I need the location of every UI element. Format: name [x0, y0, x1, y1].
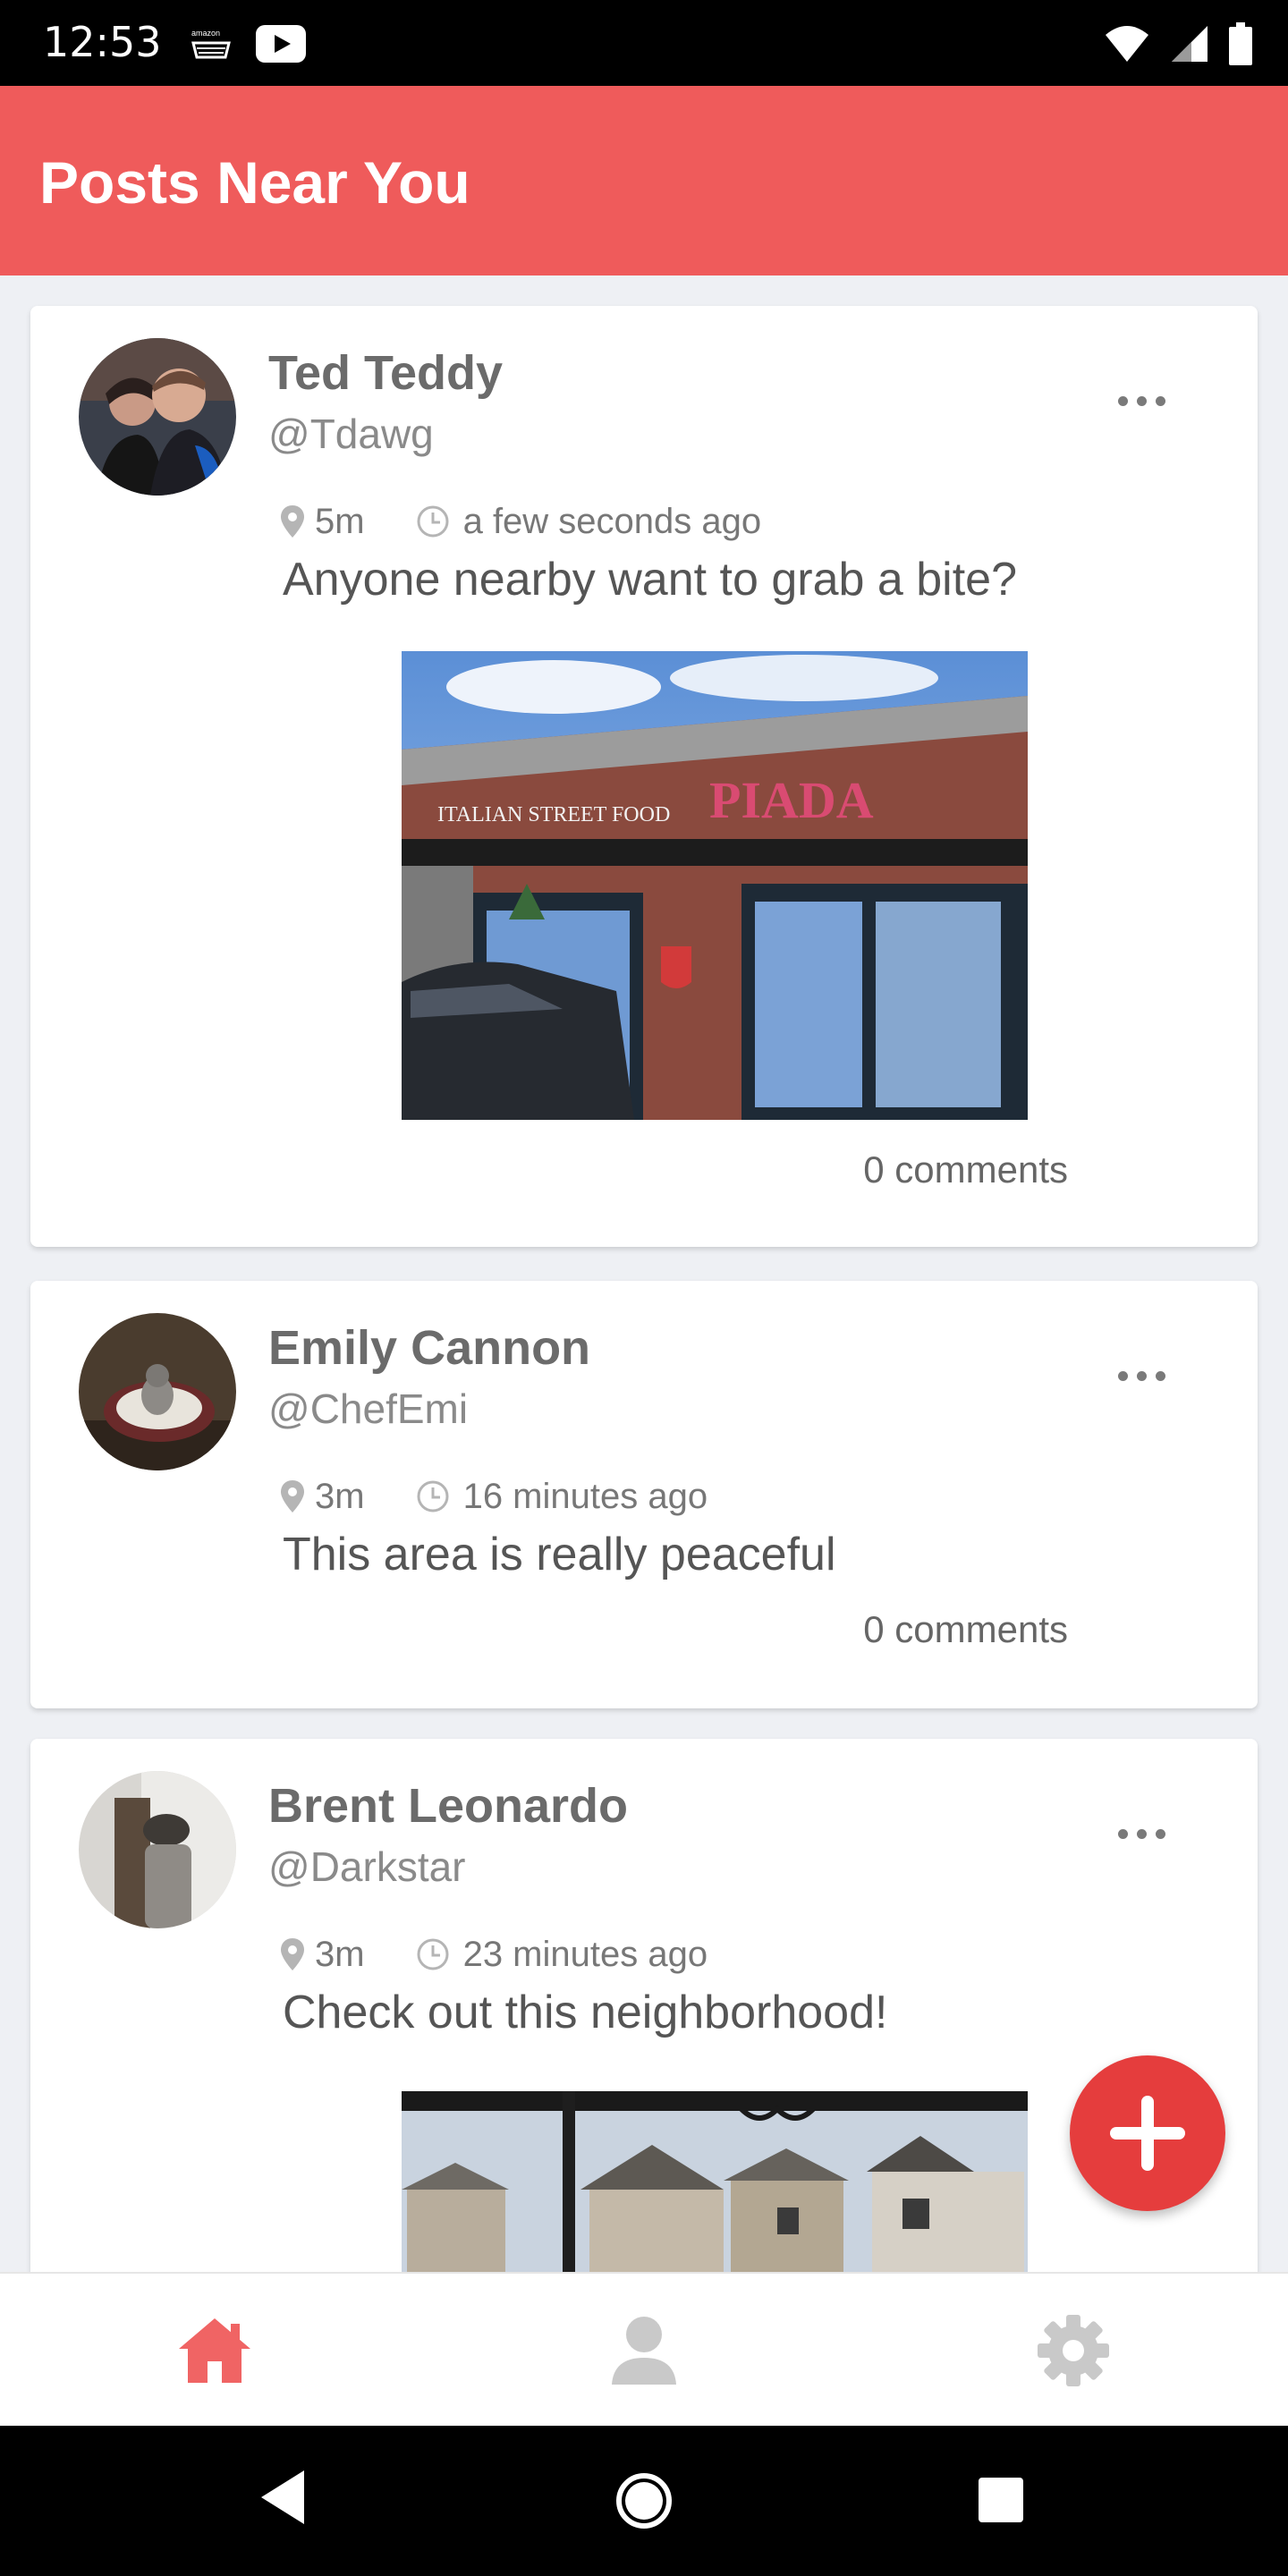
dot-icon	[1117, 395, 1128, 406]
post-distance: 3m	[315, 1476, 365, 1516]
post-time: 23 minutes ago	[462, 1934, 708, 1974]
home-icon	[179, 2318, 250, 2383]
clock-icon	[417, 505, 449, 538]
more-options-button[interactable]	[1106, 1816, 1177, 1852]
nav-profile-icon[interactable]	[605, 2311, 683, 2390]
author-name[interactable]: Ted Teddy	[268, 345, 503, 401]
post-distance: 5m	[315, 501, 365, 541]
home-button[interactable]	[614, 2470, 674, 2531]
post-time: 16 minutes ago	[462, 1476, 708, 1516]
nav-settings-icon[interactable]	[1034, 2311, 1113, 2390]
dot-icon	[1117, 1370, 1128, 1381]
app-header: Posts Near You	[0, 86, 1288, 275]
location-pin-icon	[281, 505, 304, 538]
signal-icon	[1172, 26, 1208, 62]
status-time: 12:53	[43, 18, 162, 66]
author-name[interactable]: Emily Cannon	[268, 1320, 590, 1376]
post-meta: 5m a few seconds ago	[281, 499, 761, 544]
image-caption-line2: PIADA	[709, 771, 874, 829]
dot-icon	[1155, 395, 1165, 406]
battery-icon	[1229, 22, 1252, 65]
post-distance: 3m	[315, 1934, 365, 1974]
amazon-icon: amazon	[191, 29, 231, 59]
post-meta: 3m 23 minutes ago	[281, 1932, 708, 1977]
dot-icon	[1136, 1828, 1147, 1839]
avatar[interactable]	[79, 1313, 236, 1470]
clock-icon	[417, 1480, 449, 1513]
location-pin-icon	[281, 1938, 304, 1970]
author-handle[interactable]: @Tdawg	[268, 410, 434, 458]
page-title: Posts Near You	[39, 149, 470, 216]
more-options-button[interactable]	[1106, 1358, 1177, 1394]
post-card[interactable]: Brent Leonardo @Darkstar 3m 23 minutes a…	[30, 1739, 1258, 2272]
author-handle[interactable]: @ChefEmi	[268, 1385, 468, 1433]
more-options-button[interactable]	[1106, 383, 1177, 419]
dot-icon	[1155, 1828, 1165, 1839]
clock-icon	[417, 1938, 449, 1970]
svg-text:amazon: amazon	[191, 29, 220, 38]
avatar[interactable]	[79, 338, 236, 496]
add-post-button[interactable]	[1070, 2055, 1225, 2211]
profile-icon	[612, 2317, 676, 2385]
post-card[interactable]: Ted Teddy @Tdawg 5m a few seconds ago An…	[30, 306, 1258, 1247]
post-text: Check out this neighborhood!	[283, 1987, 888, 2038]
post-card[interactable]: Emily Cannon @ChefEmi 3m 16 minutes ago …	[30, 1281, 1258, 1708]
post-image[interactable]: ITALIAN STREET FOOD PIADA	[402, 651, 1028, 1120]
post-text: Anyone nearby want to grab a bite?	[283, 554, 1018, 606]
post-text: This area is really peaceful	[283, 1529, 836, 1580]
recents-button[interactable]	[977, 2476, 1025, 2524]
location-pin-icon	[281, 1480, 304, 1513]
system-nav-bar	[0, 2426, 1288, 2576]
image-caption-line1: ITALIAN STREET FOOD	[437, 803, 670, 826]
comments-link[interactable]: 0 comments	[863, 1608, 1068, 1651]
youtube-icon	[256, 25, 306, 63]
nav-home-icon[interactable]	[175, 2311, 254, 2390]
dot-icon	[1136, 1370, 1147, 1381]
back-button[interactable]	[259, 2469, 306, 2526]
status-bar: 12:53 amazon	[0, 0, 1288, 86]
post-image[interactable]	[402, 2091, 1028, 2272]
settings-icon	[1038, 2315, 1109, 2386]
post-feed[interactable]: Ted Teddy @Tdawg 5m a few seconds ago An…	[0, 275, 1288, 2272]
dot-icon	[1117, 1828, 1128, 1839]
dot-icon	[1136, 395, 1147, 406]
author-name[interactable]: Brent Leonardo	[268, 1778, 628, 1834]
post-time: a few seconds ago	[462, 501, 762, 541]
comments-link[interactable]: 0 comments	[863, 1148, 1068, 1191]
bottom-nav	[0, 2272, 1288, 2426]
author-handle[interactable]: @Darkstar	[268, 1843, 466, 1891]
dot-icon	[1155, 1370, 1165, 1381]
avatar[interactable]	[79, 1771, 236, 1928]
post-meta: 3m 16 minutes ago	[281, 1474, 708, 1519]
wifi-icon	[1106, 26, 1148, 62]
